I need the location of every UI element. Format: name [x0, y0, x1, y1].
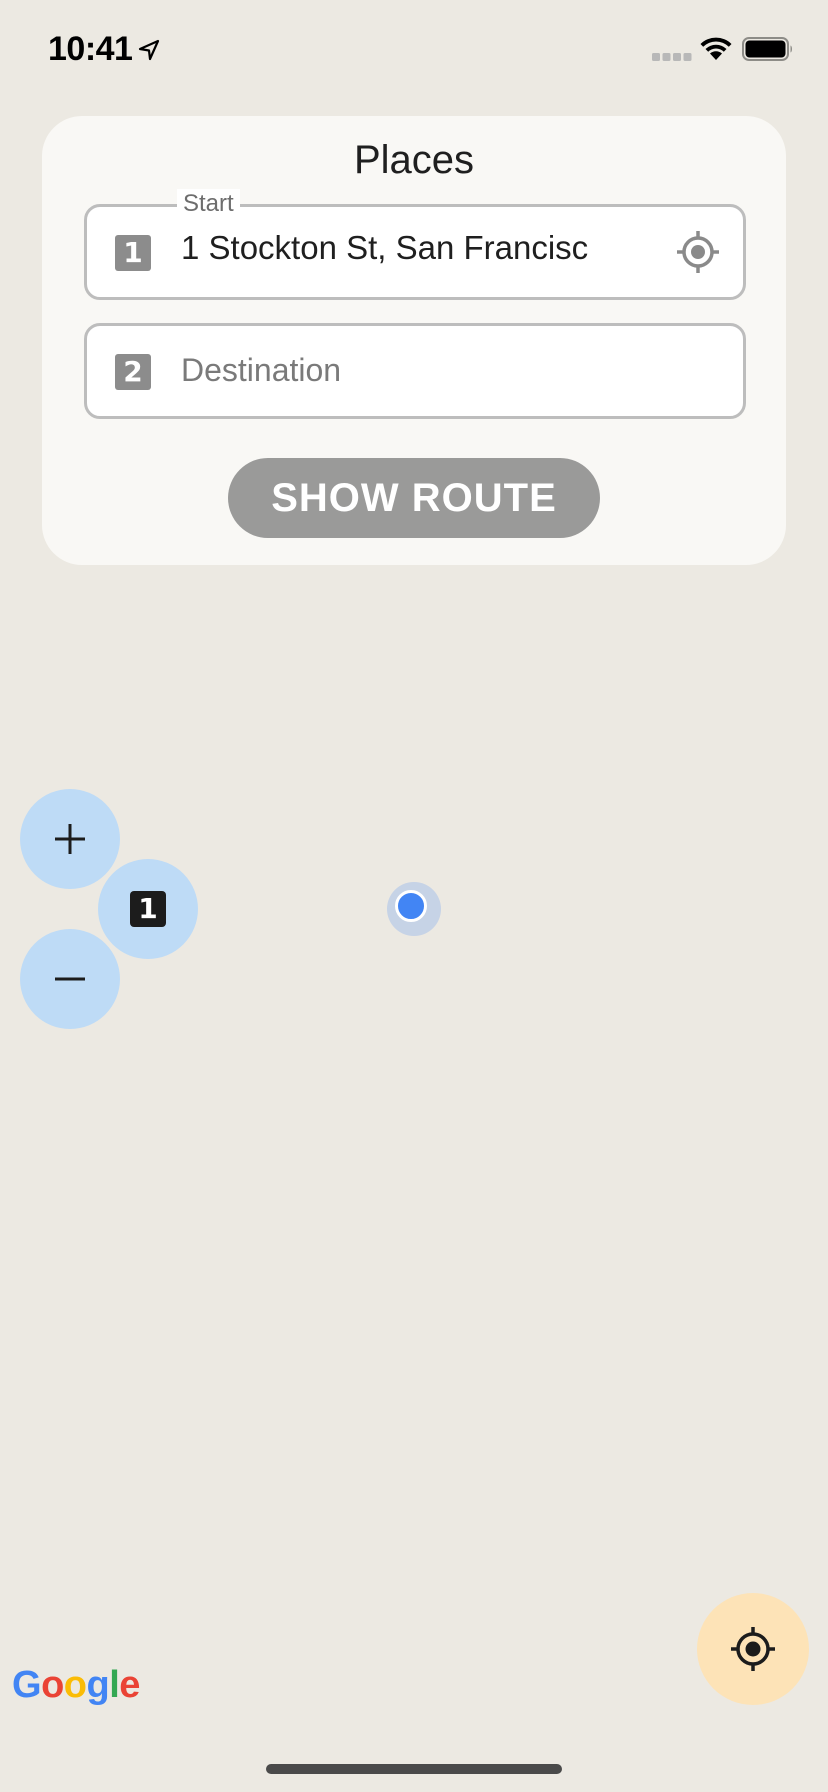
- google-logo-letter: g: [86, 1664, 110, 1706]
- zoom-out-button[interactable]: [20, 929, 120, 1029]
- status-bar: 10:41: [0, 0, 828, 96]
- minus-icon: [55, 977, 85, 981]
- google-logo-letter: l: [109, 1664, 120, 1706]
- destination-field[interactable]: 2 Destination: [84, 323, 746, 419]
- cellular-signal-icon: [652, 53, 692, 61]
- plus-icon: [55, 824, 85, 854]
- battery-icon: [742, 37, 792, 61]
- location-arrow-icon: [138, 39, 160, 61]
- start-field[interactable]: Start 1 1 Stockton St, San Francisc: [84, 189, 746, 300]
- user-location-marker: [387, 882, 441, 936]
- zoom-in-button[interactable]: [20, 789, 120, 889]
- places-title: Places: [353, 138, 475, 182]
- status-time: 10:41: [48, 30, 133, 68]
- google-logo-letter: e: [119, 1664, 140, 1706]
- crosshair-icon[interactable]: [675, 229, 721, 275]
- google-logo-letter: G: [12, 1664, 42, 1706]
- start-marker[interactable]: 1: [98, 859, 198, 959]
- show-route-button[interactable]: SHOW ROUTE: [228, 458, 600, 538]
- google-logo-letter: o: [63, 1664, 87, 1706]
- my-location-button[interactable]: [697, 1593, 809, 1705]
- destination-number-badge: 2: [115, 354, 151, 390]
- wifi-icon: [700, 37, 732, 60]
- places-card: Places Start 1 1 Stockton St, San Franci…: [42, 116, 786, 565]
- start-marker-badge: 1: [130, 891, 166, 927]
- start-number-badge: 1: [115, 235, 151, 271]
- crosshair-icon: [731, 1627, 775, 1671]
- destination-input[interactable]: Destination: [181, 352, 341, 389]
- user-location-dot: [395, 890, 427, 922]
- home-indicator: [266, 1764, 562, 1774]
- start-input[interactable]: 1 Stockton St, San Francisc: [181, 229, 671, 267]
- google-logo-letter: o: [41, 1664, 64, 1706]
- google-logo: Google: [12, 1664, 140, 1707]
- start-field-label: Start: [177, 189, 240, 219]
